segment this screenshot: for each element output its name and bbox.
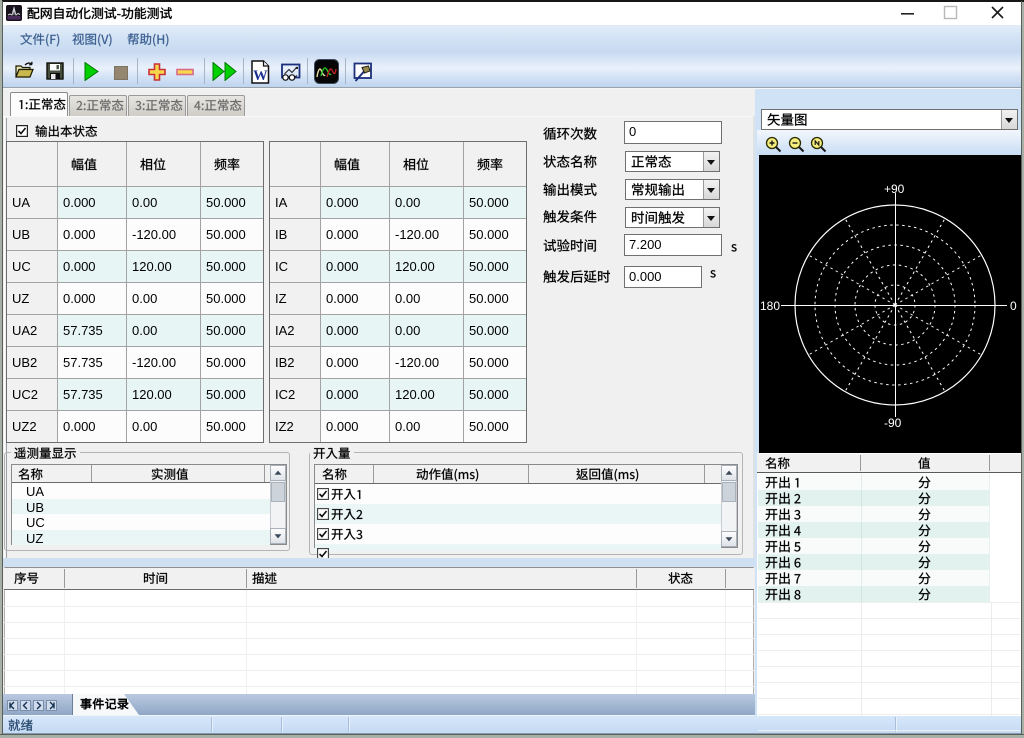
svg-text:W: W (253, 68, 268, 84)
